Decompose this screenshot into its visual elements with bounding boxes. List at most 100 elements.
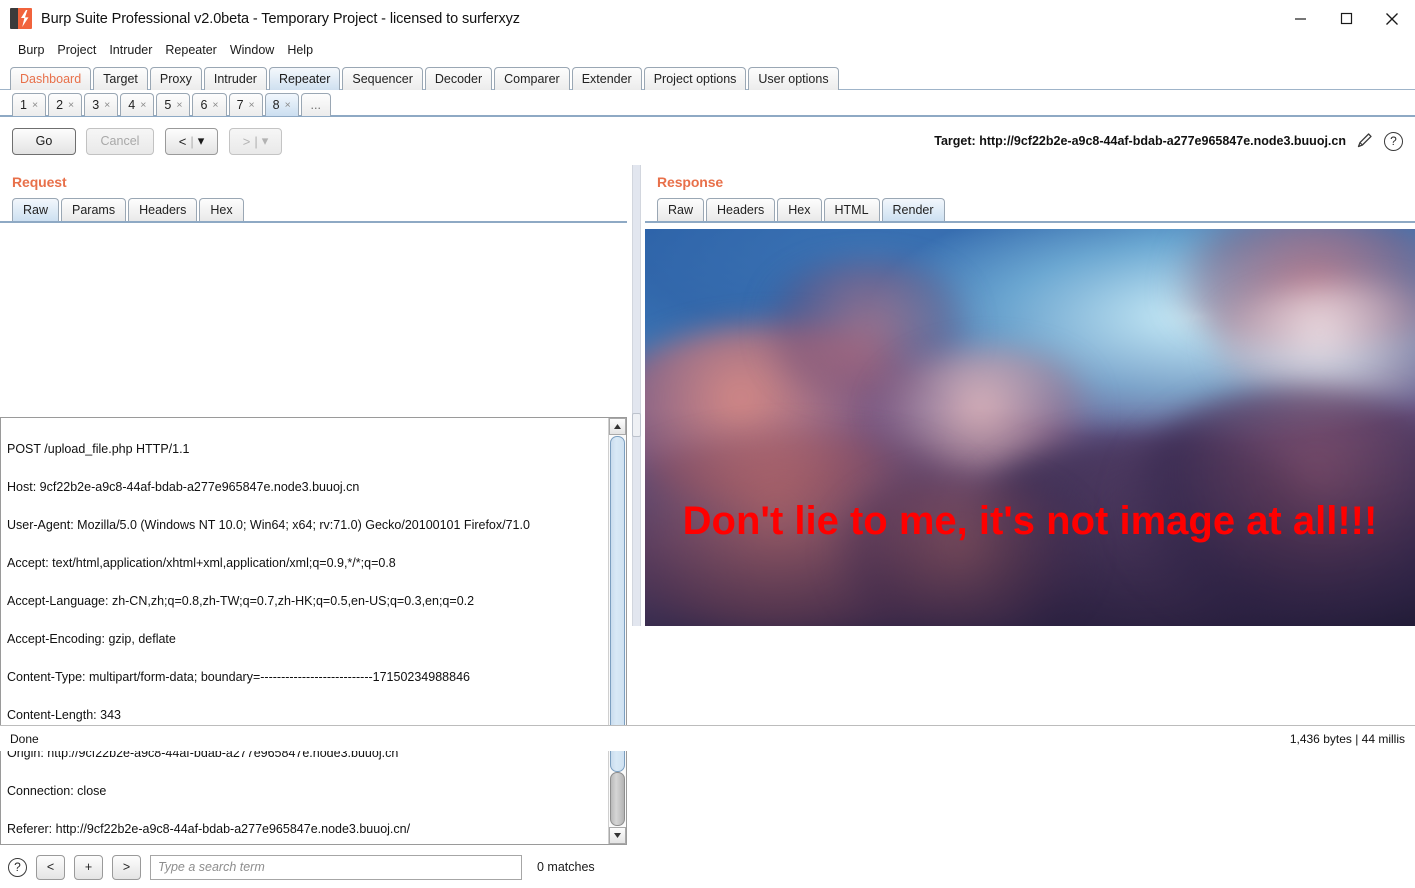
repeater-tab-3[interactable]: 3 × [84,93,118,116]
request-line: User-Agent: Mozilla/5.0 (Windows NT 10.0… [7,516,608,535]
tab-proxy[interactable]: Proxy [150,67,202,90]
scroll-down-icon[interactable] [609,827,626,844]
response-tab-raw[interactable]: Raw [657,198,704,221]
request-line: POST /upload_file.php HTTP/1.1 [7,440,608,459]
pencil-icon[interactable] [1355,130,1375,153]
search-input[interactable] [150,855,522,880]
pane-divider[interactable] [627,165,645,626]
forward-button: > | ▾ [229,128,282,155]
go-button[interactable]: Go [12,128,76,155]
tab-sequencer[interactable]: Sequencer [342,67,422,90]
response-tab-html[interactable]: HTML [824,198,880,221]
tab-dashboard[interactable]: Dashboard [10,67,91,90]
repeater-tab-5[interactable]: 5 × [156,93,190,116]
back-arrow-icon: < [179,134,187,149]
repeater-tab-7[interactable]: 7 × [229,93,263,116]
repeater-tab-label: 4 [128,98,135,112]
close-icon[interactable]: × [212,100,218,111]
divider: | [254,134,257,149]
scroll-thumb[interactable] [610,436,625,772]
response-title: Response [645,165,1415,190]
help-icon[interactable]: ? [1384,132,1403,151]
tab-extender[interactable]: Extender [572,67,642,90]
target-label: Target: http://9cf22b2e-a9c8-44af-bdab-a… [934,134,1346,148]
response-tab-headers[interactable]: Headers [706,198,775,221]
repeater-tab-6[interactable]: 6 × [192,93,226,116]
close-icon[interactable]: × [176,100,182,111]
repeater-tab-label: 2 [56,98,63,112]
response-render-view: Don't lie to me, it's not image at all!!… [645,229,1415,626]
request-editor-holder: POST /upload_file.php HTTP/1.1 Host: 9cf… [0,417,627,845]
repeater-tab-2[interactable]: 2 × [48,93,82,116]
request-line: Accept-Encoding: gzip, deflate [7,630,608,649]
request-raw-editor[interactable]: POST /upload_file.php HTTP/1.1 Host: 9cf… [1,418,608,844]
request-pane: Request Raw Params Headers Hex POST /upl… [0,165,627,626]
repeater-action-bar: Go Cancel < | ▾ > | ▾ Target: http://9cf… [0,117,1415,165]
request-line: Accept-Language: zh-CN,zh;q=0.8,zh-TW;q=… [7,592,608,611]
repeater-tab-8[interactable]: 8 × [265,93,299,116]
maximize-button[interactable] [1323,0,1369,37]
request-tab-hex[interactable]: Hex [199,198,243,221]
response-tab-render[interactable]: Render [882,198,945,221]
close-icon[interactable]: × [249,100,255,111]
scroll-up-icon[interactable] [609,418,626,435]
menu-item-project[interactable]: Project [51,41,102,59]
divider: | [190,134,193,149]
divider-grip[interactable] [632,413,641,437]
close-icon[interactable]: × [140,100,146,111]
close-button[interactable] [1369,0,1415,37]
scroll-thumb-secondary[interactable] [610,772,625,826]
tab-repeater[interactable]: Repeater [269,67,340,90]
cancel-button: Cancel [86,128,154,155]
repeater-tab-1[interactable]: 1 × [12,93,46,116]
request-tab-raw[interactable]: Raw [12,198,59,221]
repeater-tab-bar: 1 × 2 × 3 × 4 × 5 × 6 × 7 × 8 × ... [0,90,1415,117]
close-icon[interactable]: × [68,100,74,111]
request-line: Referer: http://9cf22b2e-a9c8-44af-bdab-… [7,820,608,839]
close-icon[interactable]: × [104,100,110,111]
menu-item-help[interactable]: Help [281,41,319,59]
menu-item-burp[interactable]: Burp [12,41,50,59]
request-tab-headers[interactable]: Headers [128,198,197,221]
target-bar: Target: http://9cf22b2e-a9c8-44af-bdab-a… [934,117,1403,165]
close-icon[interactable]: × [32,100,38,111]
repeater-tab-label: 3 [92,98,99,112]
tab-target[interactable]: Target [93,67,148,90]
search-prev-button[interactable]: < [36,855,65,880]
main-tab-bar: Dashboard Target Proxy Intruder Repeater… [0,63,1415,90]
forward-arrow-icon: > [243,134,251,149]
request-vertical-scrollbar[interactable] [608,418,626,844]
search-help-icon[interactable]: ? [8,858,27,877]
request-line: Content-Type: multipart/form-data; bound… [7,668,608,687]
back-button[interactable]: < | ▾ [165,128,218,155]
repeater-tab-4[interactable]: 4 × [120,93,154,116]
request-line: Content-Length: 343 [7,706,608,725]
request-tab-params[interactable]: Params [61,198,126,221]
response-pane: Response Raw Headers Hex HTML Render Don… [645,165,1415,626]
menu-bar: Burp Project Intruder Repeater Window He… [0,38,1415,63]
tab-project-options[interactable]: Project options [644,67,747,90]
request-line: Host: 9cf22b2e-a9c8-44af-bdab-a277e96584… [7,478,608,497]
repeater-tab-more[interactable]: ... [301,93,331,116]
menu-item-repeater[interactable]: Repeater [159,41,222,59]
search-add-button[interactable]: + [74,855,103,880]
menu-item-intruder[interactable]: Intruder [103,41,158,59]
status-left-text: Done [10,732,39,746]
tab-user-options[interactable]: User options [748,67,838,90]
window-title-bar: Burp Suite Professional v2.0beta - Tempo… [0,0,1415,38]
chevron-down-icon: ▾ [198,133,205,149]
search-next-button[interactable]: > [112,855,141,880]
response-tab-hex[interactable]: Hex [777,198,821,221]
repeater-split-pane: Request Raw Params Headers Hex POST /upl… [0,165,1415,626]
sky-background-image [645,229,1415,626]
menu-item-window[interactable]: Window [224,41,280,59]
request-tab-bar: Raw Params Headers Hex [0,197,627,223]
request-line: Connection: close [7,782,608,801]
minimize-button[interactable] [1277,0,1323,37]
tab-comparer[interactable]: Comparer [494,67,570,90]
repeater-tab-label: 1 [20,98,27,112]
tab-decoder[interactable]: Decoder [425,67,492,90]
render-headline: Don't lie to me, it's not image at all!!… [645,497,1415,545]
tab-intruder[interactable]: Intruder [204,67,267,90]
close-icon[interactable]: × [285,100,291,111]
